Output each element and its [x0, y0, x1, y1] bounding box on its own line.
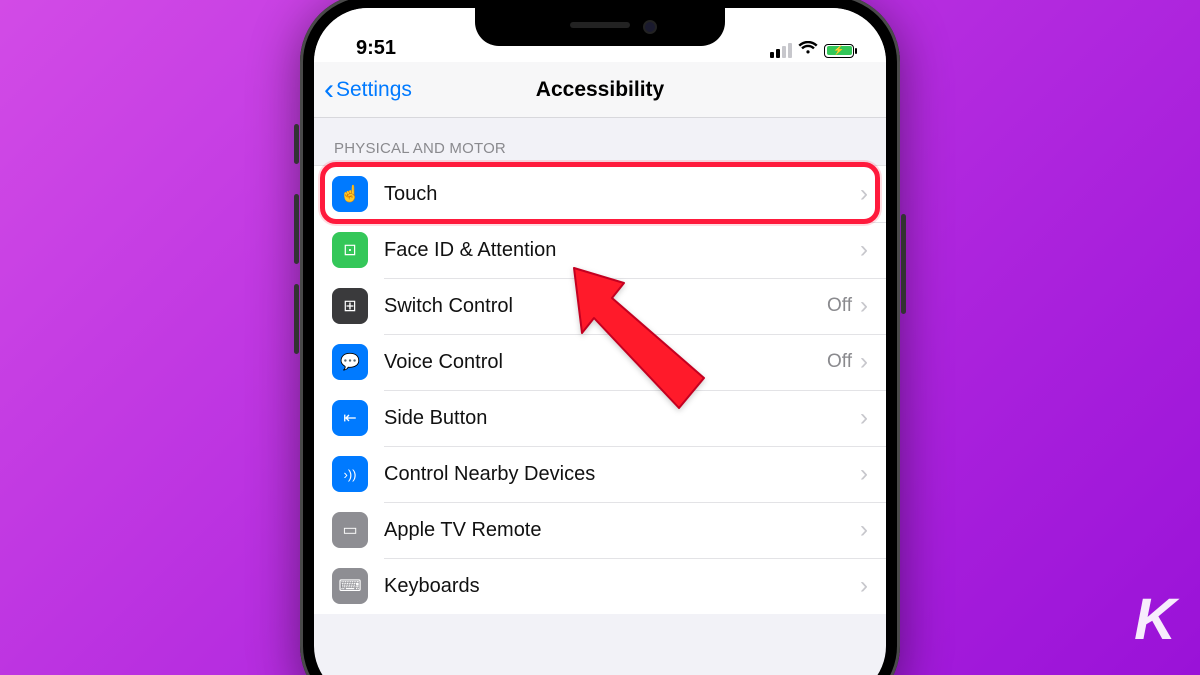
- phone-volume-up: [294, 194, 299, 264]
- row-label: Switch Control: [384, 295, 827, 318]
- earpiece-speaker: [570, 22, 630, 28]
- chevron-right-icon: ›: [860, 348, 868, 376]
- nearby-devices-icon: ›)): [332, 456, 368, 492]
- row-label: Apple TV Remote: [384, 519, 860, 542]
- battery-charging-icon: [824, 44, 854, 58]
- row-label: Keyboards: [384, 575, 860, 598]
- row-label: Face ID & Attention: [384, 239, 860, 262]
- voice-control-icon: 💬: [332, 344, 368, 380]
- phone-mute-switch: [294, 124, 299, 164]
- row-value: Off: [827, 351, 852, 373]
- row-voice-control[interactable]: 💬 Voice Control Off ›: [314, 334, 886, 390]
- switch-control-icon: ⊞: [332, 288, 368, 324]
- row-side-button[interactable]: ⇤ Side Button ›: [314, 390, 886, 446]
- settings-content: PHYSICAL AND MOTOR ☝ Touch › ⊡ Face ID &…: [314, 118, 886, 614]
- chevron-right-icon: ›: [860, 236, 868, 264]
- cellular-signal-icon: [770, 43, 792, 58]
- phone-screen: 9:51 ‹ Settings Accessibility: [314, 8, 886, 675]
- phone-volume-down: [294, 284, 299, 354]
- row-value: Off: [827, 295, 852, 317]
- row-switch-control[interactable]: ⊞ Switch Control Off ›: [314, 278, 886, 334]
- row-label: Side Button: [384, 407, 860, 430]
- row-face-id-attention[interactable]: ⊡ Face ID & Attention ›: [314, 222, 886, 278]
- row-label: Touch: [384, 183, 860, 206]
- chevron-right-icon: ›: [860, 516, 868, 544]
- side-button-icon: ⇤: [332, 400, 368, 436]
- row-apple-tv-remote[interactable]: ▭ Apple TV Remote ›: [314, 502, 886, 558]
- phone-notch: [475, 8, 725, 46]
- watermark-logo: K: [1134, 586, 1172, 653]
- status-icons: [770, 41, 858, 60]
- chevron-right-icon: ›: [860, 460, 868, 488]
- back-label: Settings: [336, 78, 412, 102]
- row-keyboards[interactable]: ⌨ Keyboards ›: [314, 558, 886, 614]
- row-control-nearby-devices[interactable]: ›)) Control Nearby Devices ›: [314, 446, 886, 502]
- navigation-bar: ‹ Settings Accessibility: [314, 62, 886, 118]
- status-time: 9:51: [342, 37, 396, 60]
- face-id-icon: ⊡: [332, 232, 368, 268]
- chevron-right-icon: ›: [860, 404, 868, 432]
- row-label: Control Nearby Devices: [384, 463, 860, 486]
- chevron-right-icon: ›: [860, 180, 868, 208]
- keyboards-icon: ⌨: [332, 568, 368, 604]
- apple-tv-remote-icon: ▭: [332, 512, 368, 548]
- row-touch[interactable]: ☝ Touch ›: [314, 166, 886, 222]
- background-gradient: 9:51 ‹ Settings Accessibility: [0, 0, 1200, 675]
- back-button[interactable]: ‹ Settings: [314, 78, 412, 102]
- phone-frame: 9:51 ‹ Settings Accessibility: [300, 0, 900, 675]
- chevron-right-icon: ›: [860, 572, 868, 600]
- touch-icon: ☝: [332, 176, 368, 212]
- settings-list: ☝ Touch › ⊡ Face ID & Attention › ⊞ Swit…: [314, 165, 886, 614]
- chevron-right-icon: ›: [860, 292, 868, 320]
- phone-side-button: [901, 214, 906, 314]
- wifi-icon: [798, 41, 818, 60]
- front-camera: [643, 20, 657, 34]
- row-label: Voice Control: [384, 351, 827, 374]
- section-header-physical-motor: PHYSICAL AND MOTOR: [314, 118, 886, 165]
